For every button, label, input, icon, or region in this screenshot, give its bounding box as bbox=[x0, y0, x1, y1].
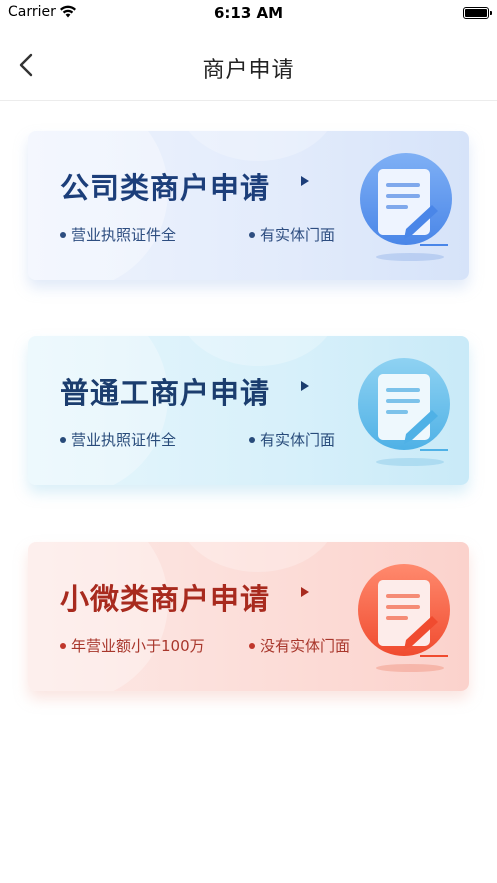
card-feature: 年营业额小于100万 bbox=[60, 635, 205, 656]
card-feature: 营业执照证件全 bbox=[60, 429, 176, 450]
card-feature: 没有实体门面 bbox=[249, 635, 350, 656]
card-feature: 营业执照证件全 bbox=[60, 224, 176, 245]
arrow-right-icon bbox=[301, 587, 309, 597]
card-feature: 有实体门面 bbox=[249, 429, 335, 450]
battery-icon bbox=[463, 7, 492, 19]
card-title: 小微类商户申请 bbox=[60, 582, 271, 616]
clock: 6:13 AM bbox=[213, 4, 284, 22]
card-title: 普通工商户申请 bbox=[60, 376, 271, 410]
card-feature: 有实体门面 bbox=[249, 224, 335, 245]
micro-merchant-card[interactable]: 小微类商户申请 年营业额小于100万 没有实体门面 bbox=[28, 542, 469, 691]
status-bar: Carrier 6:13 AM bbox=[0, 0, 497, 26]
document-edit-icon bbox=[358, 564, 450, 672]
individual-merchant-card[interactable]: 普通工商户申请 营业执照证件全 有实体门面 bbox=[28, 336, 469, 485]
card-title: 公司类商户申请 bbox=[60, 171, 271, 205]
arrow-right-icon bbox=[301, 381, 309, 391]
page-title: 商户申请 bbox=[202, 58, 295, 83]
document-edit-icon bbox=[360, 153, 452, 261]
document-edit-icon bbox=[358, 358, 450, 466]
nav-bar: 商户申请 bbox=[0, 26, 497, 101]
arrow-right-icon bbox=[301, 176, 309, 186]
company-merchant-card[interactable]: 公司类商户申请 营业执照证件全 有实体门面 bbox=[28, 131, 469, 280]
